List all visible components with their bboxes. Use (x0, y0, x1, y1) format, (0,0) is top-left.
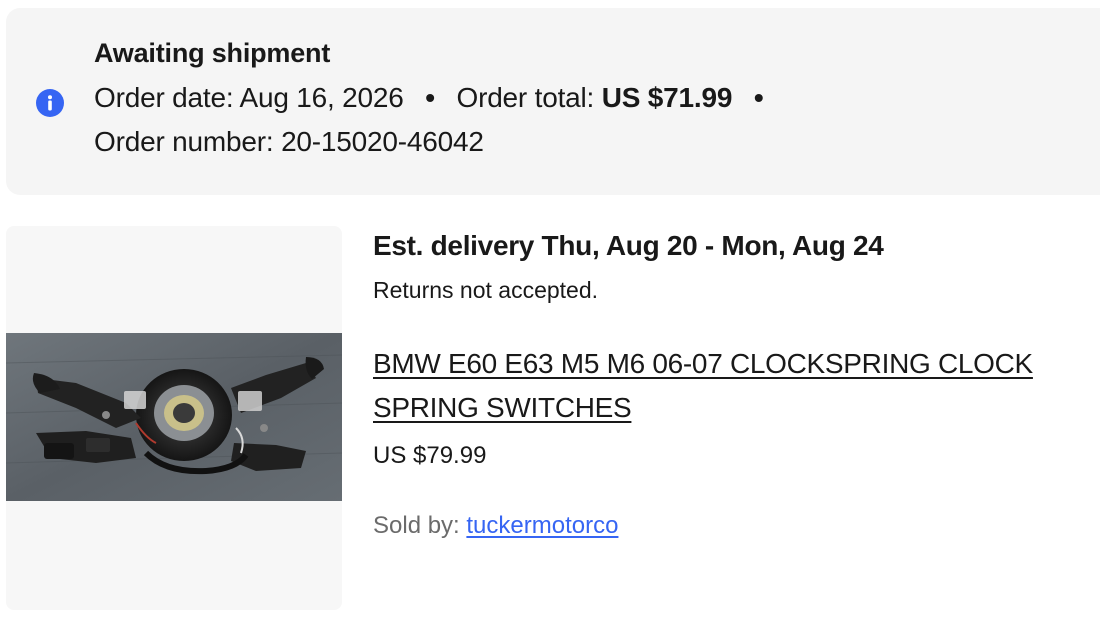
estimated-delivery: Est. delivery Thu, Aug 20 - Mon, Aug 24 (373, 230, 884, 261)
seller-link[interactable]: tuckermotorco (466, 512, 618, 539)
order-date-value: Aug 16, 2026 (239, 82, 404, 113)
returns-policy: Returns not accepted. (373, 277, 599, 303)
clockspring-photo (6, 333, 342, 501)
seller-label: Sold by: (373, 512, 460, 539)
order-number-label: Order number: (94, 126, 274, 157)
info-icon (36, 89, 64, 117)
order-date-label: Order date: (94, 82, 234, 113)
order-number-line: Order number: 20-15020-46042 (94, 126, 484, 158)
order-total-value: US $71.99 (601, 82, 733, 113)
item-title-link[interactable]: BMW E60 E63 M5 M6 06-07 CLOCKSPRING CLOC… (373, 342, 1098, 430)
item-price: US $79.99 (373, 442, 487, 469)
separator-dot: • (753, 82, 764, 113)
order-total-label: Order total: (456, 82, 595, 113)
order-status-title: Awaiting shipment (94, 38, 331, 68)
order-meta-line: Order date: Aug 16, 2026 • Order total: … (94, 82, 777, 114)
separator-dot: • (425, 82, 435, 113)
order-number-value: 20-15020-46042 (281, 126, 484, 157)
item-thumbnail[interactable] (6, 226, 342, 610)
seller-line: Sold by: tuckermotorco (373, 512, 618, 540)
